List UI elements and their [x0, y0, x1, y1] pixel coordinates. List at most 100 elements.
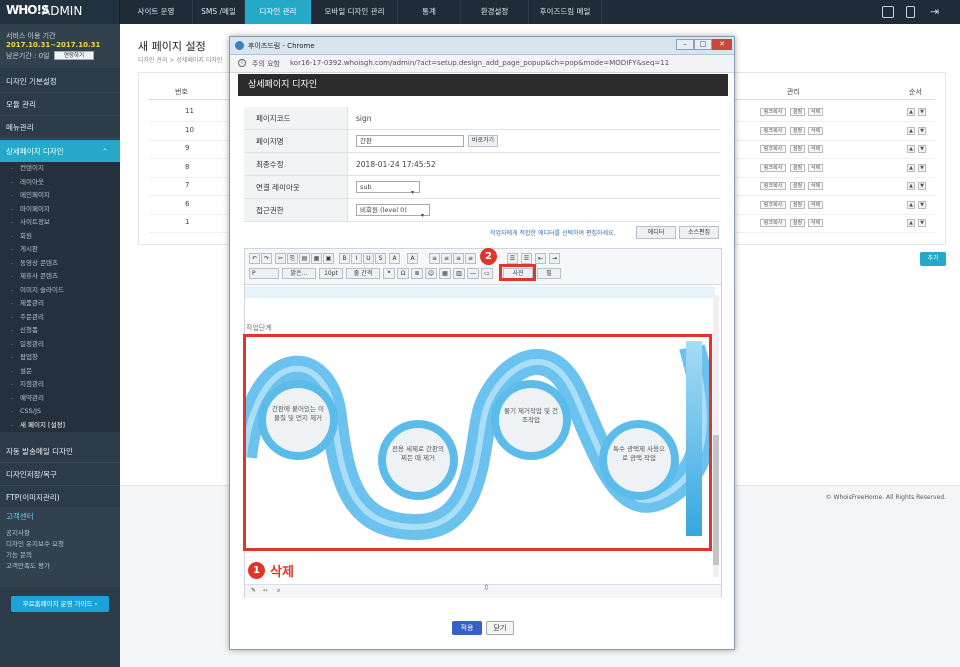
font-size-select[interactable]: 10pt [319, 268, 343, 279]
paste-text-icon[interactable]: ▦ [311, 253, 322, 264]
minimize-button[interactable]: – [676, 39, 694, 50]
move-down-button[interactable]: ▼ [918, 219, 926, 227]
delete-button[interactable]: 삭제 [808, 200, 823, 209]
preview-button[interactable]: 바로가기 [468, 135, 498, 147]
submenu-item[interactable]: 제품관리 [0, 297, 120, 311]
move-up-button[interactable]: ▲ [907, 126, 915, 135]
resize-handle[interactable]: ⇕ [483, 583, 490, 592]
settings-button[interactable]: 설정 [790, 163, 805, 172]
bullet-list-icon[interactable]: ☰ [521, 253, 532, 264]
copy-link-button[interactable]: 링크복사 [760, 145, 786, 153]
outdent-icon[interactable]: ⇤ [535, 253, 546, 264]
source-edit-button[interactable]: 소스편집 [679, 226, 719, 239]
delete-button[interactable]: 삭제 [808, 126, 823, 135]
move-down-button[interactable]: ▼ [918, 182, 926, 190]
hr-icon[interactable]: ≣ [411, 268, 423, 279]
nav-design-manage[interactable]: 디자인 관리 [245, 0, 312, 24]
copy-link-button[interactable]: 링크복사 [760, 163, 786, 172]
move-up-button[interactable]: ▲ [907, 182, 915, 190]
delete-button[interactable]: 삭제 [808, 182, 823, 190]
nav-mobile-design[interactable]: 모바일 디자인 관리 [312, 0, 398, 24]
font-color-icon[interactable]: A [407, 253, 418, 264]
submenu-item[interactable]: 게시판 [0, 243, 120, 257]
font-select[interactable]: 맑은... [282, 268, 316, 279]
special-char-icon[interactable]: Ω [397, 268, 409, 279]
sidebar-item-ftp[interactable]: FTP(이미지관리) [0, 486, 120, 509]
copy-link-button[interactable]: 링크복사 [760, 219, 786, 227]
cs-notice-link[interactable]: 공지사항 [6, 527, 30, 537]
quote-icon[interactable]: ❝ [383, 268, 395, 279]
delete-button[interactable]: 삭제 [808, 108, 823, 116]
close-window-button[interactable]: ✕ [712, 39, 732, 50]
copy-link-button[interactable]: 링크복사 [760, 200, 786, 209]
logo[interactable]: WHO!S ADMIN [0, 0, 120, 24]
copy-link-button[interactable]: 링크복사 [760, 126, 786, 135]
copy-link-button[interactable]: 링크복사 [760, 182, 786, 190]
address-bar[interactable]: i 주의 요함 kor16-17-0392.whoisgh.com/admin/… [230, 55, 734, 73]
undo-icon[interactable]: ↶ [249, 253, 260, 264]
cs-inquiry-link[interactable]: 기능 문의 [6, 549, 32, 559]
nav-settings[interactable]: 환경설정 [461, 0, 529, 24]
redo-icon[interactable]: ↷ [261, 253, 272, 264]
submenu-item[interactable]: CSS/JS [0, 405, 120, 419]
mobile-icon[interactable] [906, 6, 915, 18]
editor-scrollbar[interactable] [713, 295, 719, 577]
paste-icon[interactable]: ▤ [299, 253, 310, 264]
submenu-item[interactable]: 지점관리 [0, 378, 120, 392]
code-icon[interactable]: ‹› [263, 587, 268, 594]
submenu-item[interactable]: 컨텐이지 [0, 162, 120, 176]
submenu-item[interactable]: 사이트정보 [0, 216, 120, 230]
sidebar-item-detail-design[interactable]: 상세페이지 디자인 ⌃ [0, 140, 120, 163]
underline-icon[interactable]: U [363, 253, 374, 264]
submenu-item[interactable]: 일정관리 [0, 337, 120, 351]
delete-button[interactable]: 삭제 [808, 219, 823, 227]
cell-icon[interactable]: ▥ [453, 268, 465, 279]
nav-statistics[interactable]: 통계 [398, 0, 461, 24]
delete-button[interactable]: 삭제 [808, 163, 823, 172]
submenu-item[interactable]: 신청폼 [0, 324, 120, 338]
editor-button[interactable]: 에디터 [636, 226, 676, 239]
submenu-item[interactable]: 레이아웃 [0, 175, 120, 189]
settings-button[interactable]: 설정 [790, 126, 805, 135]
paste-word-icon[interactable]: ▣ [323, 253, 334, 264]
submenu-item[interactable]: 설문 [0, 364, 120, 378]
indent-icon[interactable]: ⇥ [549, 253, 560, 264]
page-name-input[interactable]: 간판 [356, 135, 464, 147]
delete-button[interactable]: 삭제 [808, 145, 823, 153]
submenu-item[interactable]: 예약관리 [0, 391, 120, 405]
sidebar-item-design-basic[interactable]: 디자인 기본설정 [0, 70, 120, 93]
operation-guide-button[interactable]: 무료홈페이지 운영 가이드 › [11, 596, 109, 612]
submenu-item[interactable]: 동영상 콘텐츠 [0, 256, 120, 270]
cs-survey-link[interactable]: 고객만족도 평가 [6, 560, 50, 570]
submenu-item[interactable]: 제휴사 콘텐츠 [0, 270, 120, 284]
bold-icon[interactable]: B [339, 253, 350, 264]
copy-icon[interactable]: ⎘ [287, 253, 298, 264]
cs-maintenance-link[interactable]: 디자인 유지보수 요청 [6, 538, 64, 548]
submenu-item[interactable]: 팝업창 [0, 351, 120, 365]
align-center-icon[interactable]: ≡ [441, 253, 452, 264]
table-icon[interactable]: ▦ [439, 268, 451, 279]
move-down-button[interactable]: ▼ [918, 108, 926, 116]
move-up-button[interactable]: ▲ [907, 200, 915, 209]
nav-sms-mail[interactable]: SMS /메일 [193, 0, 245, 24]
justify-icon[interactable]: ≡ [465, 253, 476, 264]
settings-button[interactable]: 설정 [790, 219, 805, 227]
settings-button[interactable]: 설정 [790, 200, 805, 209]
nav-whois-mail[interactable]: 후이즈드림 메일 [529, 0, 602, 24]
submenu-item[interactable]: 마이페이지 [0, 202, 120, 216]
extend-button[interactable]: 연장하기 [54, 51, 94, 60]
move-up-button[interactable]: ▲ [907, 219, 915, 227]
submenu-item[interactable]: 회원 [0, 229, 120, 243]
line-spacing-select[interactable]: 줄 간격 [346, 268, 380, 279]
move-up-button[interactable]: ▲ [907, 108, 915, 116]
settings-button[interactable]: 설정 [790, 145, 805, 153]
move-up-button[interactable]: ▲ [907, 163, 915, 172]
maximize-button[interactable]: □ [694, 39, 712, 50]
highlight-icon[interactable]: A [389, 253, 400, 264]
nav-site-operation[interactable]: 사이트 운영 [120, 0, 193, 24]
italic-icon[interactable]: I [351, 253, 362, 264]
sidebar-item-menu[interactable]: 메뉴관리 [0, 116, 120, 139]
process-image-highlight[interactable]: 간판에 붙어있는 이물질 및 먼지 제거 전용 세제로 간판의 찌든 때 제거 … [243, 334, 712, 551]
logout-icon[interactable]: ⇥ [930, 5, 939, 18]
access-select[interactable]: 비회원 (level 0) [356, 204, 430, 216]
